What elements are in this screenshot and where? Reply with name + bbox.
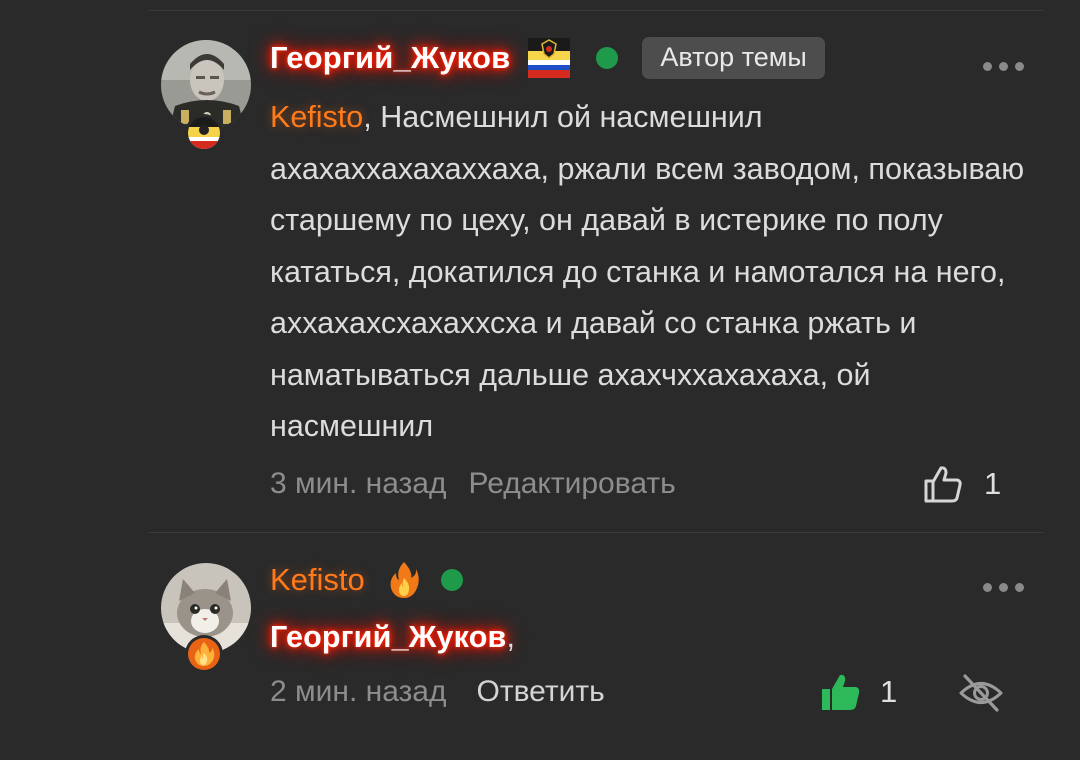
mention-link[interactable]: Kefisto bbox=[270, 100, 363, 134]
dot-icon bbox=[1015, 583, 1024, 592]
russian-imperial-flag-icon bbox=[528, 38, 571, 78]
more-options-button[interactable] bbox=[983, 62, 1024, 71]
author-name[interactable]: Kefisto bbox=[270, 562, 365, 598]
thumbs-up-filled-icon[interactable] bbox=[820, 672, 862, 717]
fire-icon bbox=[389, 561, 419, 599]
avatar-flag-badge bbox=[185, 114, 223, 152]
avatar[interactable] bbox=[161, 563, 251, 673]
comment-body: , Насмешнил ой насмешнил ахахаххахахахха… bbox=[270, 100, 1025, 443]
top-divider bbox=[148, 10, 1044, 11]
dot-icon bbox=[1015, 62, 1024, 71]
mention-link[interactable]: Георгий_Жуков bbox=[270, 620, 507, 654]
avatar[interactable] bbox=[161, 40, 251, 152]
author-name[interactable]: Георгий_Жуков bbox=[270, 40, 510, 76]
timestamp: 2 мин. назад bbox=[270, 675, 447, 708]
fire-icon bbox=[188, 638, 220, 670]
timestamp: 3 мин. назад bbox=[270, 467, 447, 500]
comment-header: Георгий_Жуков Автор темы bbox=[270, 36, 825, 80]
online-status-dot bbox=[596, 47, 619, 69]
comment-text: Kefisto, Насмешнил ой насмешнил ахахахха… bbox=[270, 92, 1040, 453]
reply-button[interactable]: Ответить bbox=[477, 675, 605, 709]
avatar-fire-badge bbox=[185, 635, 223, 673]
edit-button[interactable]: Редактировать bbox=[469, 467, 676, 501]
hide-eye-slash-icon[interactable] bbox=[958, 672, 1004, 719]
topic-author-badge: Автор темы bbox=[642, 37, 825, 79]
dot-icon bbox=[999, 583, 1008, 592]
thumbs-up-outline-icon[interactable] bbox=[922, 464, 964, 509]
like-count: 1 bbox=[880, 674, 898, 709]
comment-text: Георгий_Жуков, bbox=[270, 612, 1040, 664]
dot-icon bbox=[983, 62, 992, 71]
more-options-button[interactable] bbox=[983, 583, 1024, 592]
comment-divider bbox=[148, 532, 1044, 533]
like-count: 1 bbox=[984, 466, 1002, 501]
comment-meta: 2 мин. назад Ответить bbox=[270, 672, 1044, 712]
online-status-dot bbox=[440, 569, 463, 591]
dot-icon bbox=[983, 583, 992, 592]
comment-body: , bbox=[506, 620, 515, 654]
comment-header: Kefisto bbox=[270, 558, 463, 602]
dot-icon bbox=[999, 62, 1008, 71]
imperial-flag-icon bbox=[188, 117, 220, 149]
